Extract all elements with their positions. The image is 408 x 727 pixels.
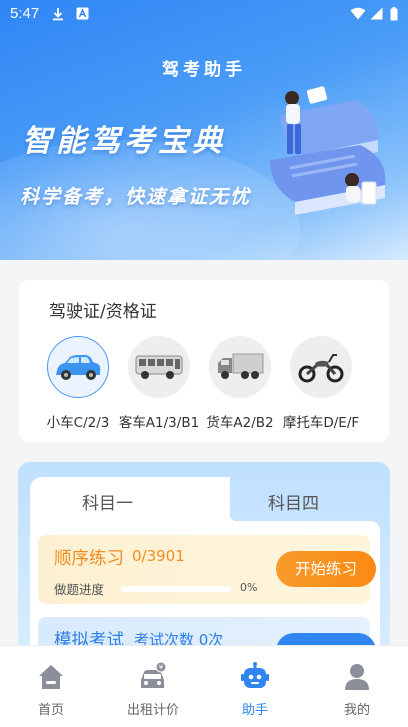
hero-subheadline: 科学备考，快速拿证无忧 [20,186,252,208]
hero-headline: 智能驾考宝典 [22,124,226,159]
wifi-icon [350,7,366,20]
vehicle-circle [209,336,271,398]
nav-home[interactable]: 首页 [11,662,91,722]
license-card: 驾驶证/资格证 小车C/2/3 客车A1/3/B1 货车A2/B2 摩托车D/E… [19,280,389,442]
svg-text:¥: ¥ [159,664,164,672]
status-time: 5:47 [10,5,40,22]
motorcycle-icon [298,354,344,383]
nav-assistant[interactable]: 助手 [215,662,295,722]
truck-icon [218,353,264,379]
robot-icon [241,662,269,688]
car-icon [56,355,101,380]
vehicle-circle [290,336,352,398]
nav-label: 我的 [343,703,370,718]
study-books-illustration [270,86,386,215]
taxi-meter-icon: ¥ [141,662,167,688]
nav-label: 出租计价 [126,703,179,718]
start-practice-button[interactable]: 开始练习 [276,551,376,587]
nav-label: 首页 [37,703,64,718]
nav-profile[interactable]: 我的 [317,662,397,722]
download-icon [53,8,63,21]
tab-subject-four[interactable]: 科目四 [268,489,319,514]
app-notification-icon [76,7,89,20]
progress-bar [121,586,231,592]
sequential-practice-card: 顺序练习 0/3901 做题进度 0% 开始练习 [38,535,376,604]
user-icon [345,664,369,690]
vehicle-label: 摩托车D/E/F [282,415,360,431]
home-icon [39,665,63,689]
bottom-nav: 首页 ¥ 出租计价 助手 我的 [0,645,408,727]
nav-label: 助手 [241,703,268,718]
hero-banner: 驾考助手 智能驾考宝典 科学备考，快速拿证无忧 [0,0,408,260]
tab-curve-shape [178,477,244,523]
practice-count: 0/3901 [132,547,185,565]
license-section-title: 驾驶证/资格证 [49,302,157,322]
nav-taxi-meter[interactable]: ¥ 出租计价 [113,662,193,722]
signal-icon [370,7,383,20]
bus-icon [135,355,183,379]
progress-label: 做题进度 [54,582,105,597]
battery-icon [390,7,398,21]
vehicle-circle [128,336,190,398]
vehicle-circle [47,336,109,398]
progress-percent: 0% [240,581,258,594]
vehicle-option-motorcycle[interactable]: 摩托车D/E/F [271,336,371,436]
status-bar: 5:47 [0,0,408,30]
tab-subject-one-label: 科目一 [82,494,133,514]
practice-title: 顺序练习 [54,549,124,569]
